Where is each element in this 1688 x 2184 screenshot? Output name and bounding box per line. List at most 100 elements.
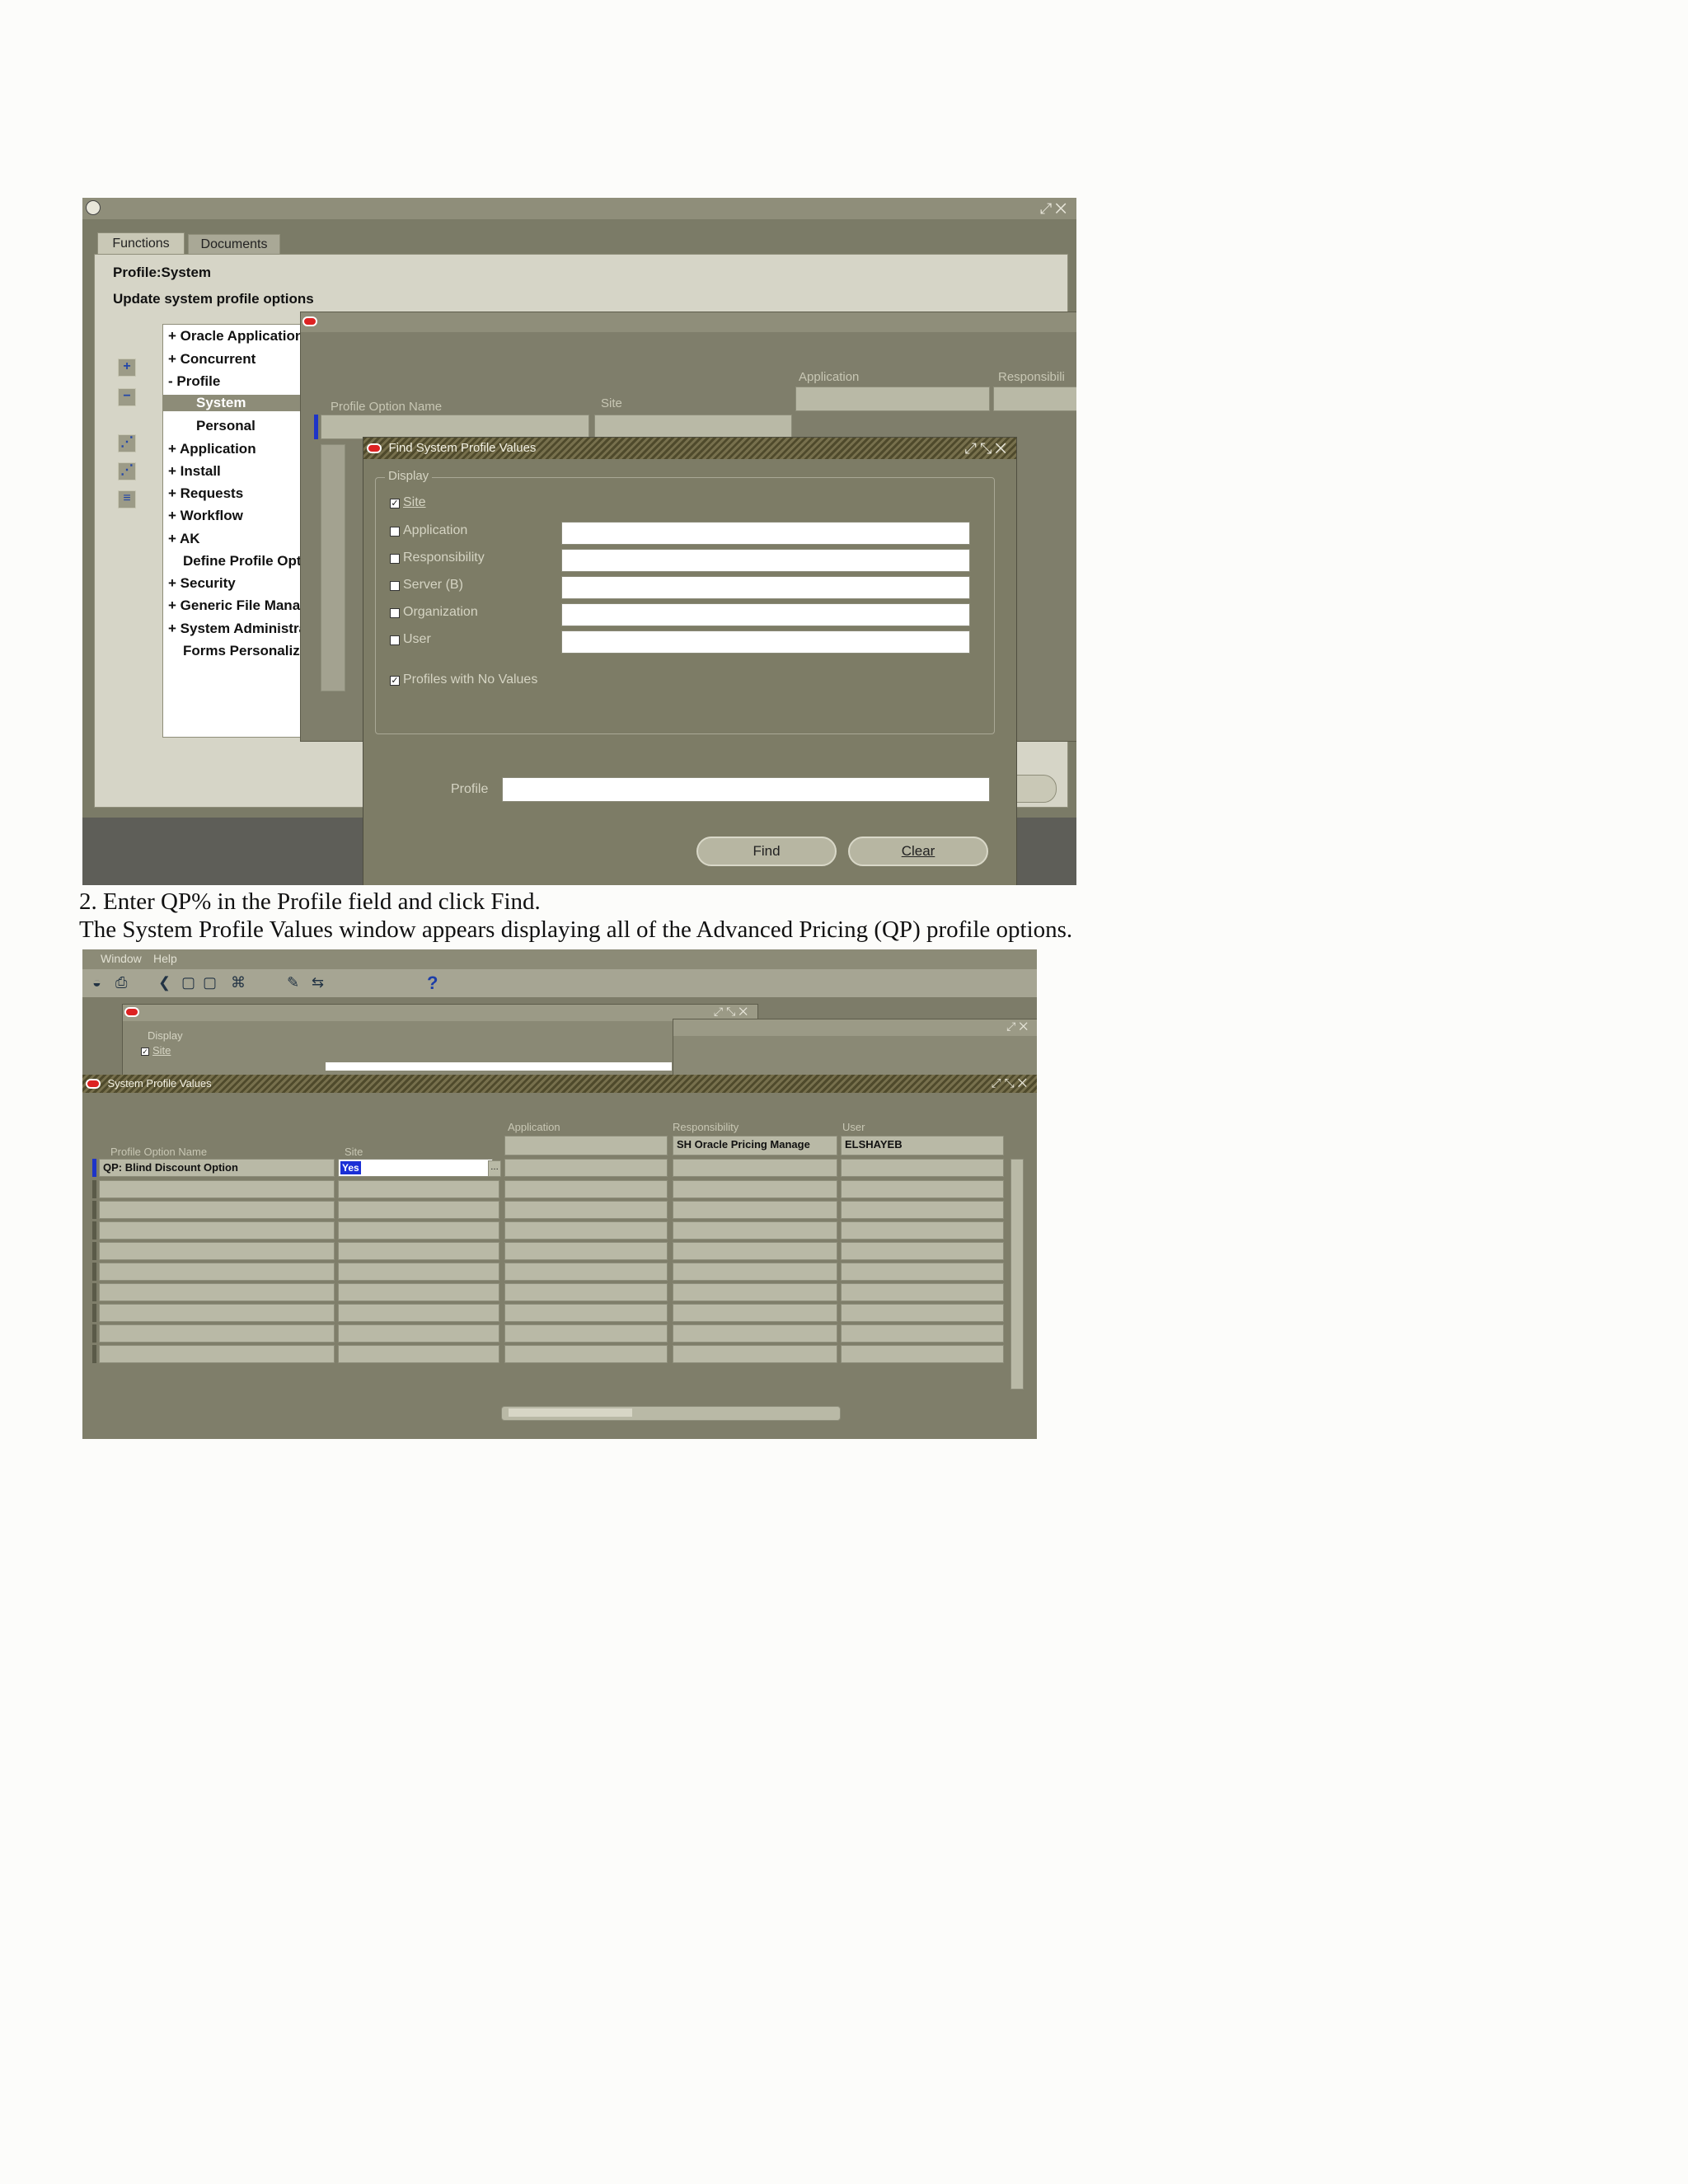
- table-row-cell[interactable]: [673, 1263, 837, 1281]
- table-row-cell[interactable]: [99, 1180, 335, 1198]
- tree-item[interactable]: Personal: [196, 418, 256, 434]
- table-row-cell[interactable]: [99, 1221, 335, 1240]
- tree-item[interactable]: + Concurrent: [168, 351, 256, 368]
- application-value-cell[interactable]: [504, 1159, 668, 1177]
- table-row-cell[interactable]: [504, 1221, 668, 1240]
- user-value-cell[interactable]: [841, 1159, 1004, 1177]
- site-lov-button[interactable]: …: [488, 1160, 501, 1177]
- table-row-cell[interactable]: [673, 1324, 837, 1343]
- table-row-cell[interactable]: [504, 1324, 668, 1343]
- table-row-cell[interactable]: [99, 1201, 335, 1219]
- table-row-cell[interactable]: [841, 1283, 1004, 1301]
- scroll-thumb[interactable]: [509, 1408, 632, 1417]
- copy-icon[interactable]: ▢: [203, 974, 217, 991]
- responsibility-field[interactable]: [561, 549, 970, 572]
- user-checkbox[interactable]: [390, 635, 400, 645]
- help-icon[interactable]: ?: [427, 972, 438, 994]
- table-row-cell[interactable]: [338, 1345, 499, 1363]
- table-row-cell[interactable]: [504, 1180, 668, 1198]
- table-row-cell[interactable]: [841, 1304, 1004, 1322]
- table-row-cell[interactable]: [338, 1283, 499, 1301]
- tree-item[interactable]: + Requests: [168, 485, 243, 502]
- profile-field[interactable]: [502, 777, 990, 802]
- table-row-cell[interactable]: [338, 1324, 499, 1343]
- edit-icon[interactable]: ✎: [287, 974, 299, 991]
- tree-item[interactable]: + Generic File Manager: [168, 598, 322, 614]
- attach-icon[interactable]: ⌘: [231, 974, 246, 991]
- table-row-cell[interactable]: [99, 1263, 335, 1281]
- window-controls-icon[interactable]: ⤢⤡✕: [714, 1005, 751, 1019]
- window-controls-icon[interactable]: ⤢⤡✕: [964, 438, 1010, 459]
- expand-all-icon[interactable]: ⋰: [118, 462, 136, 480]
- horizontal-scrollbar[interactable]: [501, 1406, 841, 1421]
- tree-item[interactable]: + Application: [168, 441, 256, 457]
- back-icon[interactable]: ❮: [158, 974, 171, 991]
- table-row-cell[interactable]: [841, 1263, 1004, 1281]
- window-controls-icon[interactable]: ⤢⤡✕: [992, 1075, 1030, 1093]
- context-application-cell[interactable]: [504, 1136, 668, 1155]
- table-row-cell[interactable]: [504, 1283, 668, 1301]
- table-row-cell[interactable]: [338, 1221, 499, 1240]
- organization-checkbox[interactable]: [390, 608, 400, 618]
- table-row-cell[interactable]: [841, 1242, 1004, 1260]
- responsibility-checkbox[interactable]: [390, 554, 400, 564]
- table-row-cell[interactable]: [841, 1345, 1004, 1363]
- tree-item[interactable]: + Workflow: [168, 508, 243, 524]
- collapse-all-icon[interactable]: ≡: [118, 490, 136, 509]
- grid-cell[interactable]: [321, 444, 345, 691]
- window-controls-icon[interactable]: ⤢✕: [1006, 1019, 1031, 1033]
- table-row-cell[interactable]: [99, 1345, 335, 1363]
- vertical-scrollbar[interactable]: [1010, 1159, 1024, 1390]
- profiles-no-values-checkbox[interactable]: ✓: [390, 676, 400, 686]
- print-icon[interactable]: ⎙: [115, 974, 127, 991]
- table-row-cell[interactable]: [673, 1345, 837, 1363]
- translate-icon[interactable]: ⇆: [312, 974, 324, 991]
- application-checkbox[interactable]: [390, 527, 400, 537]
- table-row-cell[interactable]: [673, 1201, 837, 1219]
- table-row-cell[interactable]: [338, 1304, 499, 1322]
- table-row-cell[interactable]: [99, 1283, 335, 1301]
- table-row-cell[interactable]: [504, 1345, 668, 1363]
- table-row-cell[interactable]: [841, 1324, 1004, 1343]
- table-row-cell[interactable]: [673, 1180, 837, 1198]
- table-row-cell[interactable]: [99, 1242, 335, 1260]
- tree-item[interactable]: - Profile: [168, 373, 220, 390]
- tab-functions[interactable]: Functions: [97, 232, 185, 255]
- collapse-icon[interactable]: −: [118, 388, 136, 406]
- organization-field[interactable]: [561, 603, 970, 626]
- grid-cell[interactable]: [594, 415, 792, 439]
- window-controls-icon[interactable]: ⤢✕: [1040, 198, 1070, 219]
- table-row-cell[interactable]: [504, 1242, 668, 1260]
- grid-cell[interactable]: [321, 415, 589, 439]
- table-row-cell[interactable]: [504, 1304, 668, 1322]
- table-row-cell[interactable]: [841, 1201, 1004, 1219]
- responsibility-value-cell[interactable]: [673, 1159, 837, 1177]
- table-row-cell[interactable]: [673, 1221, 837, 1240]
- server-field[interactable]: [561, 576, 970, 599]
- table-row-cell[interactable]: [841, 1221, 1004, 1240]
- table-row-cell[interactable]: [338, 1263, 499, 1281]
- find-button[interactable]: Find: [696, 837, 837, 866]
- context-user-cell[interactable]: ELSHAYEB: [841, 1136, 1004, 1155]
- tree-item[interactable]: + Install: [168, 463, 221, 480]
- menu-help[interactable]: Help: [153, 952, 177, 965]
- table-row-cell[interactable]: [504, 1263, 668, 1281]
- user-field[interactable]: [561, 630, 970, 654]
- server-checkbox[interactable]: [390, 581, 400, 591]
- tree-item[interactable]: + AK: [168, 531, 200, 547]
- table-row-cell[interactable]: [99, 1304, 335, 1322]
- tree-item[interactable]: + Security: [168, 575, 236, 592]
- context-responsibility-cell[interactable]: SH Oracle Pricing Manage: [673, 1136, 837, 1155]
- table-row-cell[interactable]: [338, 1201, 499, 1219]
- table-row-cell[interactable]: [504, 1201, 668, 1219]
- tab-documents[interactable]: Documents: [188, 234, 280, 255]
- expand-icon[interactable]: +: [118, 359, 136, 377]
- save-icon[interactable]: ◒: [92, 974, 101, 991]
- clear-button[interactable]: Clear: [848, 837, 988, 866]
- table-row-cell[interactable]: [338, 1180, 499, 1198]
- profile-option-name-cell[interactable]: QP: Blind Discount Option: [99, 1159, 335, 1177]
- menu-window[interactable]: Window: [101, 952, 142, 965]
- tree-item[interactable]: + Oracle Applications: [168, 328, 312, 344]
- table-row-cell[interactable]: [673, 1283, 837, 1301]
- site-checkbox[interactable]: ✓: [390, 499, 400, 509]
